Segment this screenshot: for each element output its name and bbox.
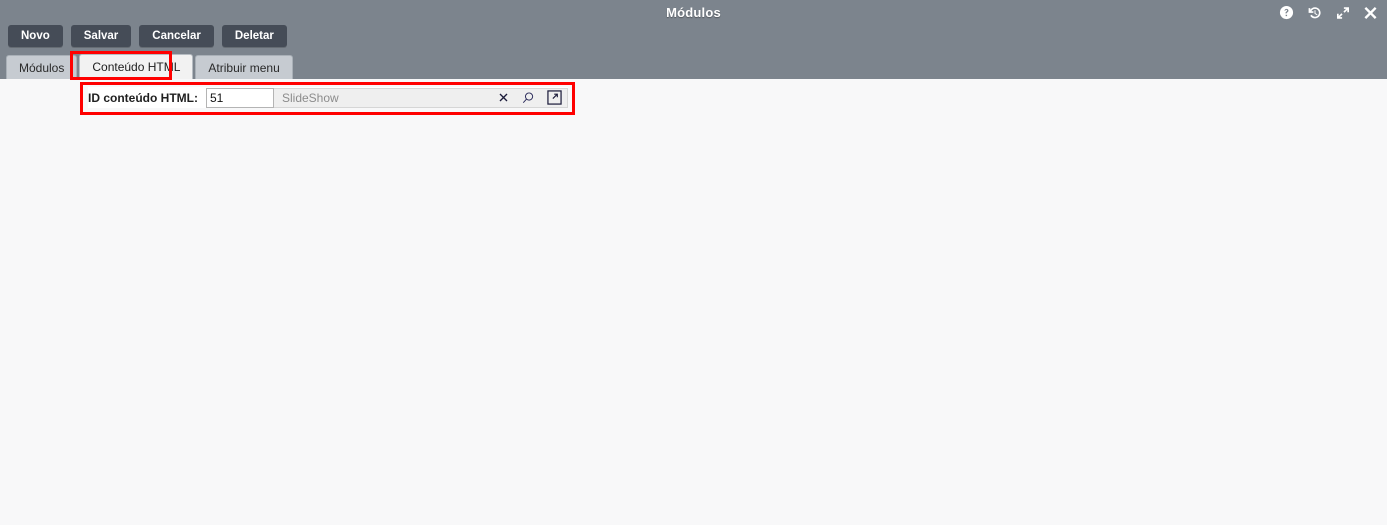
window-header: Módulos Novo Salvar Cancelar Deletar Mód… [0,0,1387,79]
field-label: ID conteúdo HTML: [88,90,198,105]
expand-icon[interactable] [1334,4,1351,21]
clear-icon[interactable] [498,92,509,103]
content-area: ID conteúdo HTML: SlideShow [0,79,1387,525]
salvar-button[interactable]: Salvar [70,25,132,47]
tab-bar: Módulos Conteúdo HTML Atribuir menu [6,54,293,79]
open-external-icon[interactable] [547,90,562,105]
deletar-button[interactable]: Deletar [221,25,287,47]
window-controls [1278,4,1379,21]
history-icon[interactable] [1306,4,1323,21]
help-icon[interactable] [1278,4,1295,21]
html-content-id-input[interactable] [205,87,274,108]
close-icon[interactable] [1362,4,1379,21]
tab-conteudo-html[interactable]: Conteúdo HTML [79,54,194,79]
tab-atribuir-menu[interactable]: Atribuir menu [195,55,293,79]
html-content-name-text: SlideShow [281,90,339,105]
toolbar: Novo Salvar Cancelar Deletar [8,25,287,47]
tab-modulos[interactable]: Módulos [6,55,78,79]
field-action-icons [498,87,562,108]
page-title: Módulos [666,5,721,20]
html-content-field-row: ID conteúdo HTML: SlideShow [88,87,568,108]
search-icon[interactable] [521,91,535,105]
novo-button[interactable]: Novo [8,25,63,47]
cancelar-button[interactable]: Cancelar [139,25,214,47]
